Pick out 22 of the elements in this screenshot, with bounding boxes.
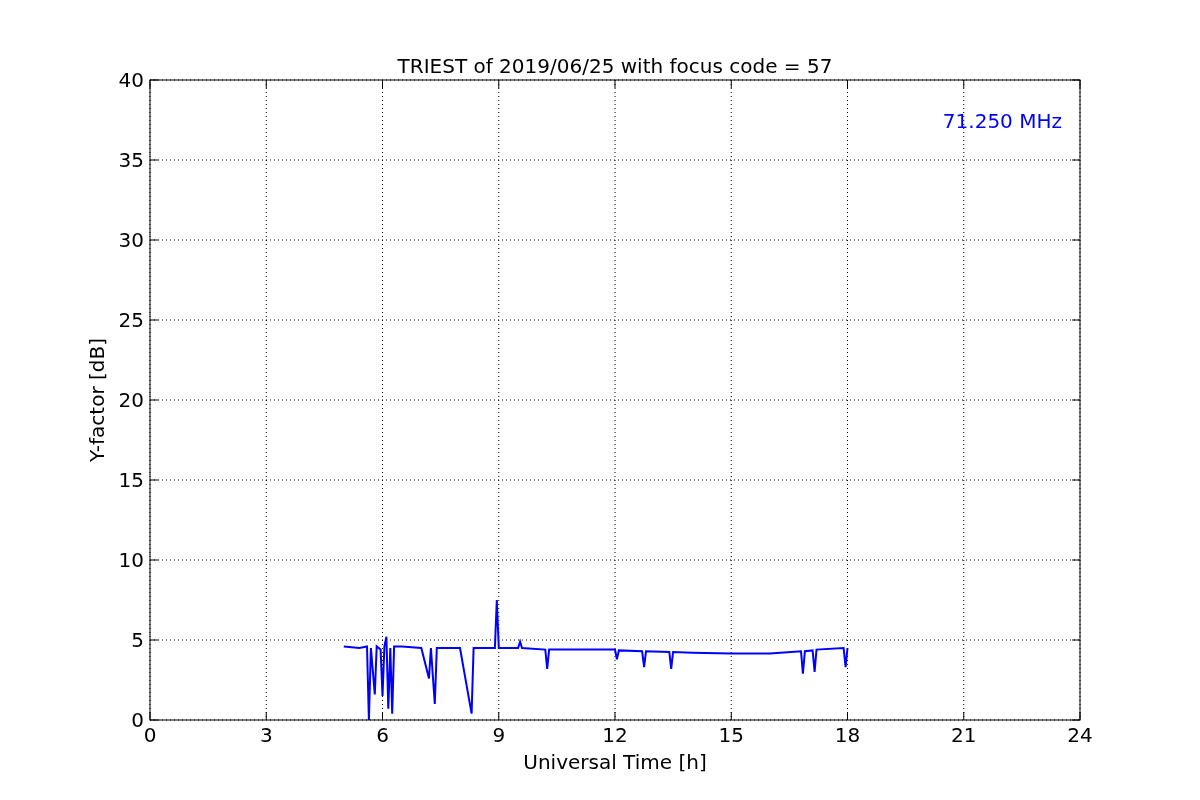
chart-title: TRIEST of 2019/06/25 with focus code = 57 xyxy=(397,54,833,78)
y-tick-label: 40 xyxy=(118,68,144,92)
y-tick-label: 0 xyxy=(131,708,144,732)
series-label: 71.250 MHz xyxy=(942,109,1062,133)
y-tick-label: 15 xyxy=(118,468,144,492)
y-tick-label: 10 xyxy=(118,548,144,572)
x-tick-label: 21 xyxy=(951,723,977,747)
x-tick-label: 15 xyxy=(718,723,744,747)
y-axis-label: Y-factor [dB] xyxy=(85,338,109,462)
y-tick-label: 20 xyxy=(118,388,144,412)
y-tick-label: 30 xyxy=(118,228,144,252)
x-axis-label: Universal Time [h] xyxy=(523,750,707,774)
x-tick-label: 12 xyxy=(602,723,628,747)
y-tick-label: 25 xyxy=(118,308,144,332)
x-tick-label: 9 xyxy=(492,723,506,747)
y-tick-label: 35 xyxy=(118,148,144,172)
x-tick-label: 6 xyxy=(376,723,389,747)
y-tick-label: 5 xyxy=(131,628,144,652)
x-tick-label: 18 xyxy=(834,723,861,747)
x-tick-label: 24 xyxy=(1067,723,1093,747)
x-tick-label: 0 xyxy=(143,723,157,747)
x-tick-label: 3 xyxy=(259,723,273,747)
